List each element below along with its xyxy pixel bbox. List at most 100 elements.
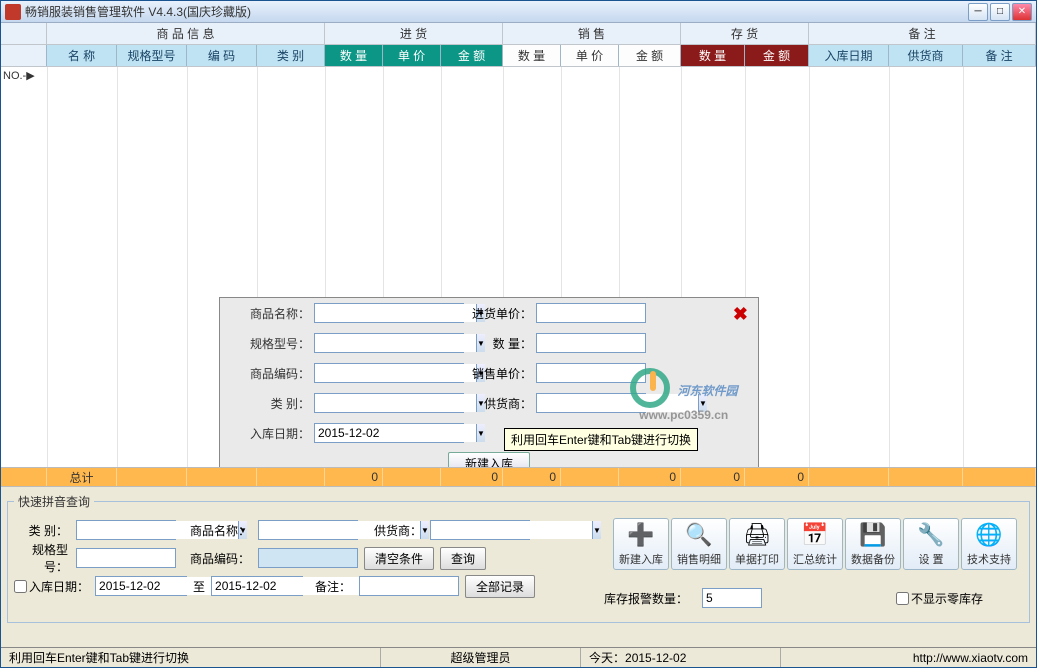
col-name[interactable]: 名 称 — [47, 45, 117, 66]
chevron-down-icon[interactable]: ▼ — [476, 424, 485, 442]
col-sale-amt[interactable]: 金 额 — [619, 45, 681, 66]
supplier-combo[interactable]: ▼ — [536, 393, 646, 413]
tooltip: 利用回车Enter键和Tab键进行切换 — [504, 428, 698, 451]
label-qty: 数 量： — [464, 335, 536, 352]
search-label-spec: 规格型号： — [14, 541, 70, 575]
tb-new-in[interactable]: ➕新建入库 — [613, 518, 669, 570]
stock-alert-input[interactable] — [702, 588, 762, 608]
label-in-price: 进货单价： — [464, 305, 536, 322]
toolbar: ➕新建入库 🔍销售明细 🖨单据打印 📅汇总统计 💾数据备份 🔧设 置 🌐技术支持 — [613, 518, 1017, 570]
minimize-button[interactable]: ─ — [968, 3, 988, 21]
qty-input[interactable] — [536, 333, 646, 353]
search-category-combo[interactable]: ▼ — [76, 520, 176, 540]
tb-support[interactable]: 🌐技术支持 — [961, 518, 1017, 570]
col-supplier[interactable]: 供货商 — [889, 45, 963, 66]
in-date-picker[interactable]: ▼ — [314, 423, 464, 443]
code-combo[interactable]: ▼ — [314, 363, 464, 383]
tb-print[interactable]: 🖨单据打印 — [729, 518, 785, 570]
sale-price-input[interactable] — [536, 363, 646, 383]
total-in-amt: 0 — [441, 468, 503, 486]
col-in-price[interactable]: 单 价 — [383, 45, 441, 66]
tb-summary[interactable]: 📅汇总统计 — [787, 518, 843, 570]
col-stock-amt[interactable]: 金 额 — [745, 45, 809, 66]
status-url: http://www.xiaotv.com — [781, 648, 1036, 667]
search-label-remark: 备注： — [309, 578, 353, 595]
chevron-down-icon[interactable]: ▼ — [698, 394, 707, 412]
printer-icon: 🖨 — [743, 521, 771, 549]
statusbar: 利用回车Enter键和Tab键进行切换 超级管理员 今天：2015-12-02 … — [1, 647, 1036, 667]
calendar-icon: 📅 — [801, 521, 829, 549]
search-title: 快速拼音查询 — [14, 493, 94, 510]
status-user: 超级管理员 — [381, 648, 581, 667]
new-entry-dialog: ✖ 河东软件园 www.pc0359.cn 商品名称： ▼ 进货单价： 规格型号… — [219, 297, 759, 467]
header-group-remark: 备 注 — [809, 23, 1036, 44]
search-name-combo[interactable]: ▼ — [258, 520, 358, 540]
label-in-date: 入库日期： — [230, 425, 314, 442]
tb-settings[interactable]: 🔧设 置 — [903, 518, 959, 570]
header-group-purchase: 进 货 — [325, 23, 503, 44]
in-date-checkbox[interactable]: 入库日期： — [14, 578, 89, 595]
tb-backup[interactable]: 💾数据备份 — [845, 518, 901, 570]
status-hint: 利用回车Enter键和Tab键进行切换 — [1, 648, 381, 667]
label-product-name: 商品名称： — [230, 305, 314, 322]
col-category[interactable]: 类 别 — [257, 45, 325, 66]
query-button[interactable]: 查询 — [440, 547, 486, 570]
tb-sales-detail[interactable]: 🔍销售明细 — [671, 518, 727, 570]
plus-icon: ➕ — [627, 521, 655, 549]
col-sale-qty[interactable]: 数 量 — [503, 45, 561, 66]
search-supplier-combo[interactable]: ▼ — [430, 520, 530, 540]
col-sale-price[interactable]: 单 价 — [561, 45, 619, 66]
app-window: 畅销服装销售管理软件 V4.4.3(国庆珍藏版) ─ □ ✕ 商 品 信 息 进… — [0, 0, 1037, 668]
new-in-button[interactable]: 新建入库 — [448, 452, 530, 468]
hide-zero-stock-checkbox[interactable]: 不显示零库存 — [896, 590, 983, 607]
all-records-button[interactable]: 全部记录 — [465, 575, 535, 598]
search-label-supplier: 供货商： — [364, 522, 424, 539]
titlebar: 畅销服装销售管理软件 V4.4.3(国庆珍藏版) ─ □ ✕ — [1, 1, 1036, 23]
search-label-category: 类 别： — [14, 522, 70, 539]
close-button[interactable]: ✕ — [1012, 3, 1032, 21]
grid-header-groups: 商 品 信 息 进 货 销 售 存 货 备 注 — [1, 23, 1036, 45]
chevron-down-icon[interactable]: ▼ — [592, 521, 601, 539]
total-in-qty: 0 — [325, 468, 383, 486]
stock-alert-label: 库存报警数量： — [604, 590, 688, 607]
col-stock-qty[interactable]: 数 量 — [681, 45, 745, 66]
dialog-close-icon[interactable]: ✖ — [733, 304, 748, 325]
header-group-sales: 销 售 — [503, 23, 681, 44]
date-to-picker[interactable]: ▼ — [211, 576, 303, 596]
total-sale-amt: 0 — [619, 468, 681, 486]
window-title: 畅销服装销售管理软件 V4.4.3(国庆珍藏版) — [25, 3, 968, 20]
total-stock-qty: 0 — [681, 468, 745, 486]
app-icon — [5, 4, 21, 20]
magnifier-icon: 🔍 — [685, 521, 713, 549]
total-label: 总计 — [47, 468, 117, 486]
col-in-qty[interactable]: 数 量 — [325, 45, 383, 66]
col-spec[interactable]: 规格型号 — [117, 45, 187, 66]
status-date: 2015-12-02 — [625, 651, 686, 665]
col-code[interactable]: 编 码 — [187, 45, 257, 66]
search-code-input[interactable] — [258, 548, 358, 568]
label-to: 至 — [193, 578, 205, 595]
category-combo[interactable]: ▼ — [314, 393, 464, 413]
spec-combo[interactable]: ▼ — [314, 333, 464, 353]
clear-button[interactable]: 清空条件 — [364, 547, 434, 570]
header-group-stock: 存 货 — [681, 23, 809, 44]
search-remark-input[interactable] — [359, 576, 459, 596]
label-category: 类 别： — [230, 395, 314, 412]
totals-row: 总计 0 0 0 0 0 0 — [1, 467, 1036, 487]
grid-body[interactable]: NO.-▶ ✖ 河东软件园 www.pc0359.cn 商品 — [1, 67, 1036, 467]
maximize-button[interactable]: □ — [990, 3, 1010, 21]
wrench-icon: 🔧 — [917, 521, 945, 549]
col-in-amt[interactable]: 金 额 — [441, 45, 503, 66]
header-group-product: 商 品 信 息 — [47, 23, 325, 44]
disk-icon: 💾 — [859, 521, 887, 549]
grid-header-columns: 名 称 规格型号 编 码 类 别 数 量 单 价 金 额 数 量 单 价 金 额… — [1, 45, 1036, 67]
date-from-picker[interactable]: ▼ — [95, 576, 187, 596]
col-remark[interactable]: 备 注 — [963, 45, 1036, 66]
total-stock-amt: 0 — [745, 468, 809, 486]
col-in-date[interactable]: 入库日期 — [809, 45, 889, 66]
product-name-combo[interactable]: ▼ — [314, 303, 464, 323]
in-price-input[interactable] — [536, 303, 646, 323]
total-sale-qty: 0 — [503, 468, 561, 486]
search-label-code: 商品编码： — [182, 550, 252, 567]
search-spec-input[interactable] — [76, 548, 176, 568]
